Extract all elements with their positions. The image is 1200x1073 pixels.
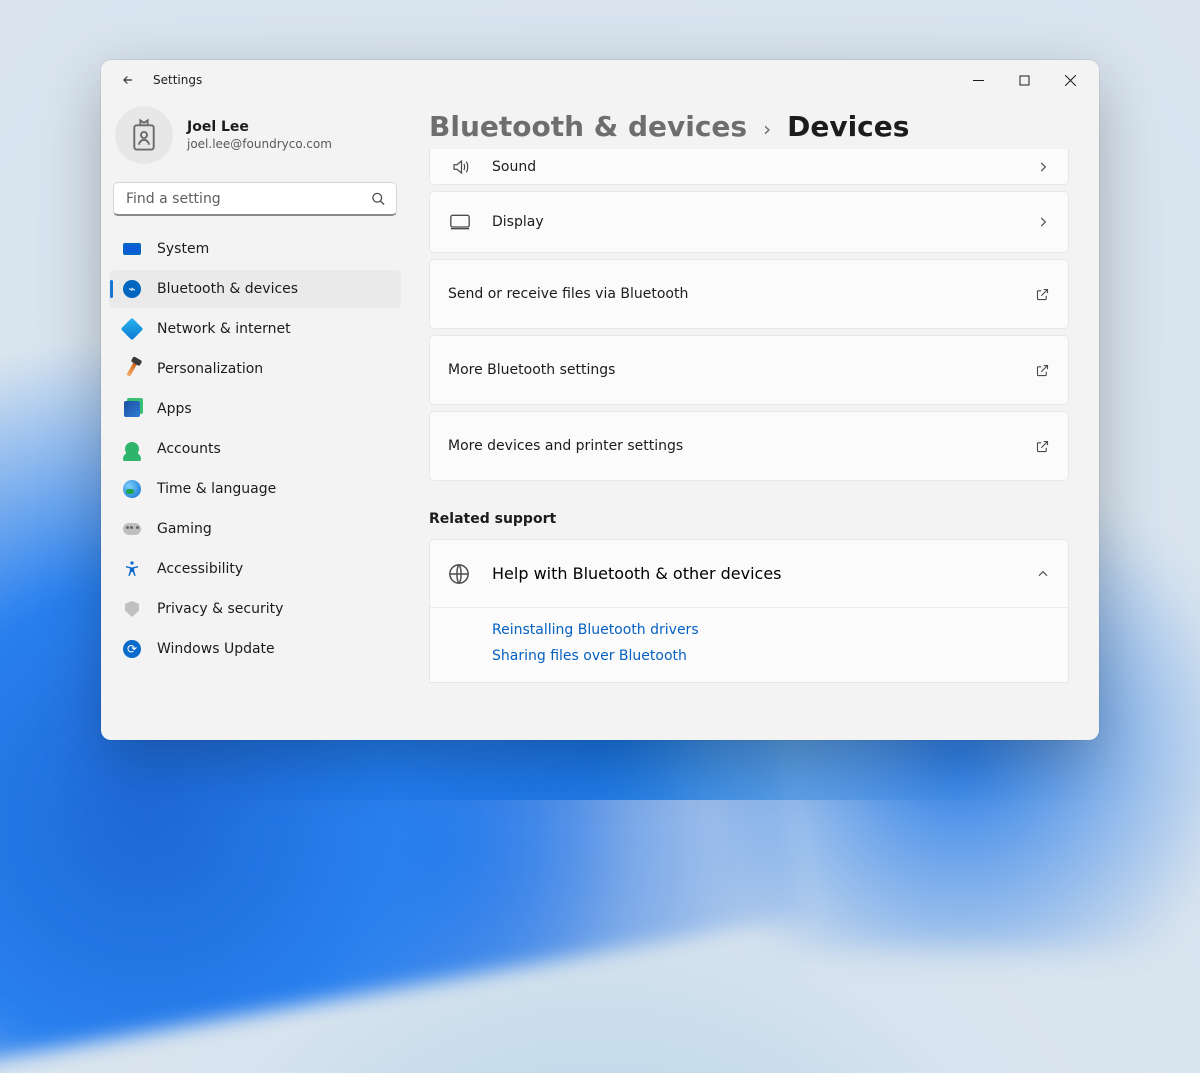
monitor-icon [123,240,141,258]
display-icon [448,214,472,230]
card-label: Send or receive files via Bluetooth [448,286,688,302]
nav-network[interactable]: Network & internet [109,310,401,348]
nav-personalization[interactable]: Personalization [109,350,401,388]
minimize-icon [973,75,984,86]
card-label: Display [492,214,544,230]
sound-icon [448,158,472,176]
nav-label: Windows Update [157,641,275,657]
brush-icon [123,360,141,378]
breadcrumb-parent[interactable]: Bluetooth & devices [429,110,747,143]
main-content: Bluetooth & devices › Devices Sound [409,100,1099,740]
open-external-icon [1035,439,1050,454]
card-label: More devices and printer settings [448,438,683,454]
nav-label: Accounts [157,441,221,457]
nav-apps[interactable]: Apps [109,390,401,428]
nav-windows-update[interactable]: ⟳ Windows Update [109,630,401,668]
card-display[interactable]: Display [429,191,1069,253]
titlebar: Settings [101,60,1099,100]
shield-icon [123,600,141,618]
sidebar: Joel Lee joel.lee@foundryco.com System ⌁… [101,100,409,740]
accessibility-icon [123,560,141,578]
wifi-icon [123,320,141,338]
nav-list: System ⌁ Bluetooth & devices Network & i… [109,230,401,668]
nav-accessibility[interactable]: Accessibility [109,550,401,588]
globe-icon [448,563,472,585]
user-name: Joel Lee [187,119,332,135]
gamepad-icon [123,520,141,538]
window-title: Settings [153,73,202,87]
card-label: Sound [492,159,536,175]
chevron-up-icon [1036,567,1050,581]
nav-label: Apps [157,401,192,417]
nav-system[interactable]: System [109,230,401,268]
avatar [115,106,173,164]
nav-label: Network & internet [157,321,291,337]
card-sound[interactable]: Sound [429,149,1069,185]
card-label: More Bluetooth settings [448,362,615,378]
nav-label: Privacy & security [157,601,283,617]
open-external-icon [1035,287,1050,302]
user-email: joel.lee@foundryco.com [187,137,332,151]
profile-text: Joel Lee joel.lee@foundryco.com [187,119,332,151]
help-link-reinstall-drivers[interactable]: Reinstalling Bluetooth drivers [492,622,1050,638]
window-controls [955,60,1093,100]
card-more-devices-printers[interactable]: More devices and printer settings [429,411,1069,481]
search-box[interactable] [113,182,397,216]
chevron-right-icon: › [763,117,771,141]
minimize-button[interactable] [955,60,1001,100]
close-icon [1065,75,1076,86]
settings-window: Settings Joel Lee joel.lee@f [101,60,1099,740]
bluetooth-icon: ⌁ [123,280,141,298]
nav-accounts[interactable]: Accounts [109,430,401,468]
nav-label: Accessibility [157,561,243,577]
nav-label: System [157,241,209,257]
nav-label: Gaming [157,521,212,537]
back-button[interactable] [115,67,141,93]
content-scroll[interactable]: Sound Display Send or receive files v [421,149,1073,740]
globe-clock-icon [123,480,141,498]
help-title: Help with Bluetooth & other devices [492,564,782,583]
nav-label: Personalization [157,361,263,377]
help-card-header[interactable]: Help with Bluetooth & other devices [430,540,1068,608]
maximize-button[interactable] [1001,60,1047,100]
search-icon [371,191,386,206]
person-icon [123,440,141,458]
breadcrumb: Bluetooth & devices › Devices [421,100,1073,149]
badge-icon [129,118,159,152]
nav-label: Bluetooth & devices [157,281,298,297]
apps-icon [123,400,141,418]
profile-block[interactable]: Joel Lee joel.lee@foundryco.com [109,100,401,178]
card-send-files[interactable]: Send or receive files via Bluetooth [429,259,1069,329]
help-card: Help with Bluetooth & other devices Rein… [429,539,1069,683]
close-button[interactable] [1047,60,1093,100]
related-support-heading: Related support [429,511,1069,527]
search-input[interactable] [114,183,396,214]
help-link-sharing-files[interactable]: Sharing files over Bluetooth [492,648,1050,664]
nav-gaming[interactable]: Gaming [109,510,401,548]
open-external-icon [1035,363,1050,378]
chevron-right-icon [1036,215,1050,229]
nav-bluetooth-devices[interactable]: ⌁ Bluetooth & devices [109,270,401,308]
card-more-bluetooth[interactable]: More Bluetooth settings [429,335,1069,405]
breadcrumb-current: Devices [787,110,909,143]
nav-label: Time & language [157,481,276,497]
maximize-icon [1019,75,1030,86]
help-links: Reinstalling Bluetooth drivers Sharing f… [430,608,1068,682]
sync-icon: ⟳ [123,640,141,658]
arrow-left-icon [121,73,135,87]
nav-time-language[interactable]: Time & language [109,470,401,508]
nav-privacy[interactable]: Privacy & security [109,590,401,628]
chevron-right-icon [1036,160,1050,174]
